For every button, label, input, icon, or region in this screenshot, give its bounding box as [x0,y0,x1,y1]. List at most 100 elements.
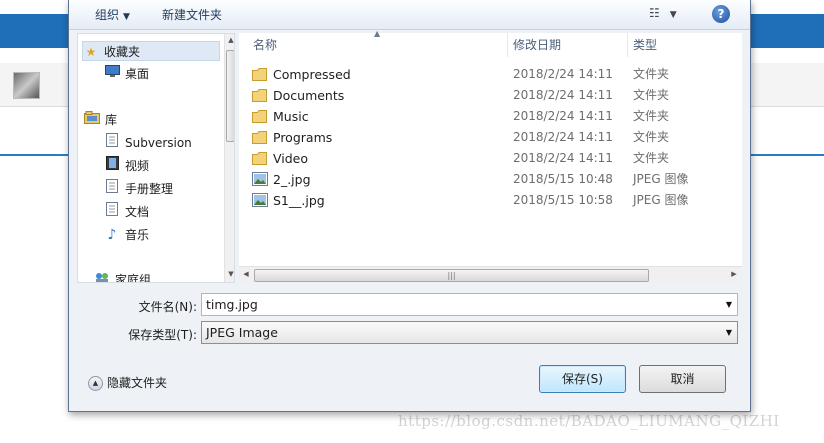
file-list[interactable]: ▲ 名称 修改日期 类型 Compressed 2018/2/24 14:11 … [239,29,742,283]
chevron-down-icon: ▼ [669,10,677,20]
column-separator[interactable] [507,33,508,57]
chevron-up-icon: ▲ [88,376,103,391]
music-icon: ♪ [107,227,117,243]
chevron-down-icon[interactable]: ▼ [726,294,732,315]
save-dialog: 组织 ▼ 新建文件夹 ☷ ▼ ? ★ 收藏夹 桌面 库 Subversion 视… [68,0,751,412]
avatar [13,72,40,99]
nav-item-label: 文档 [125,205,150,219]
file-name: S1__.jpg [273,193,325,208]
document-icon [104,179,120,199]
library-icon [84,110,100,130]
view-list-icon: ☷ [649,6,660,20]
nav-item-documents[interactable]: 文档 [104,202,149,222]
file-name: Programs [273,130,333,145]
view-options-button[interactable]: ☷ ▼ [649,6,677,20]
homegroup-icon [94,270,110,282]
nav-item-video[interactable]: 视频 [104,156,149,176]
chevron-down-icon: ▼ [123,12,130,22]
file-type: 文件夹 [633,109,670,123]
column-header-date[interactable]: 修改日期 [513,33,561,57]
file-row[interactable]: Video 2018/2/24 14:11 文件夹 [239,148,734,169]
column-header-type[interactable]: 类型 [633,33,657,57]
nav-item-label: 家庭组 [115,273,152,283]
watermark: https://blog.csdn.net/BADAO_LIUMANG_QIZH… [398,412,780,430]
nav-item-label: 库 [105,113,118,127]
folder-icon [252,152,267,165]
nav-item-desktop[interactable]: 桌面 [104,64,149,84]
folder-icon [252,89,267,102]
scroll-left-icon[interactable]: ◀ [241,270,251,278]
column-header-name[interactable]: 名称 [253,33,277,57]
file-type: 文件夹 [633,151,670,165]
file-name: 2_.jpg [273,172,311,187]
file-row[interactable]: Programs 2018/2/24 14:11 文件夹 [239,127,734,148]
folder-icon [252,131,267,144]
file-row[interactable]: 2_.jpg 2018/5/15 10:48 JPEG 图像 [239,169,734,190]
nav-scrollbar[interactable]: ▲ ▼ [224,34,234,282]
file-type: JPEG 图像 [633,193,689,207]
toolbar: 组织 ▼ 新建文件夹 ☷ ▼ ? [69,0,750,30]
image-icon [252,193,268,207]
nav-item-subversion[interactable]: Subversion [104,133,192,153]
nav-item-homegroup[interactable]: 家庭组 [94,270,152,283]
column-separator[interactable] [627,33,628,57]
file-date: 2018/2/24 14:11 [513,88,613,102]
help-icon[interactable]: ? [712,5,730,23]
folder-icon [252,68,267,81]
filetype-label: 保存类型(T): [128,328,197,342]
scroll-down-icon[interactable]: ▼ [226,270,234,278]
filetype-select[interactable]: JPEG Image ▼ [201,321,738,344]
file-type: 文件夹 [633,67,670,81]
horizontal-scroll-thumb[interactable]: ||| [254,269,649,282]
nav-item-label: 视频 [125,159,150,173]
nav-item-library[interactable]: 库 [84,110,117,130]
file-name: Video [273,151,309,166]
document-icon [104,133,120,153]
organize-button[interactable]: 组织 ▼ [95,6,130,23]
nav-item-manuals[interactable]: 手册整理 [104,179,173,199]
file-date: 2018/2/24 14:11 [513,67,613,81]
file-list-horizontal-scrollbar[interactable]: ◀ ||| ▶ [239,266,742,283]
file-date: 2018/5/15 10:48 [513,172,613,186]
nav-scroll-thumb[interactable] [226,50,234,142]
document-icon [104,202,120,222]
file-date: 2018/2/24 14:11 [513,130,613,144]
save-button[interactable]: 保存(S) [539,365,626,393]
file-row[interactable]: S1__.jpg 2018/5/15 10:58 JPEG 图像 [239,190,734,211]
file-name: Compressed [273,67,351,82]
organize-label: 组织 [95,8,120,22]
video-icon [104,156,120,176]
navigation-pane[interactable]: ★ 收藏夹 桌面 库 Subversion 视频 手册整理 文档 ♪ 音乐 家庭… [77,33,235,283]
hide-folders-button[interactable]: ▲ 隐藏文件夹 [88,374,167,391]
cancel-button[interactable]: 取消 [639,365,726,393]
filename-input[interactable]: timg.jpg ▼ [201,293,738,316]
scroll-right-icon[interactable]: ▶ [729,270,739,278]
file-type: JPEG 图像 [633,172,689,186]
file-name: Music [273,109,309,124]
hide-folders-label: 隐藏文件夹 [107,376,168,390]
folder-icon [252,110,267,123]
nav-item-favorites[interactable]: ★ 收藏夹 [82,41,220,61]
filename-label: 文件名(N): [138,300,197,314]
file-date: 2018/2/24 14:11 [513,151,613,165]
file-row[interactable]: Music 2018/2/24 14:11 文件夹 [239,106,734,127]
file-name: Documents [273,88,345,103]
sort-ascending-icon: ▲ [374,29,381,38]
new-folder-button[interactable]: 新建文件夹 [162,6,222,23]
desktop-icon [104,64,120,84]
filename-value: timg.jpg [206,297,258,312]
nav-item-label: 桌面 [125,67,150,81]
scroll-up-icon[interactable]: ▲ [226,36,234,44]
nav-item-music[interactable]: ♪ 音乐 [104,225,149,245]
nav-item-label: 手册整理 [125,182,174,196]
nav-item-label: Subversion [125,136,192,150]
nav-item-label: 收藏夹 [104,45,141,59]
filetype-value: JPEG Image [206,325,278,340]
file-row[interactable]: Compressed 2018/2/24 14:11 文件夹 [239,64,734,85]
nav-item-label: 音乐 [125,228,150,242]
file-date: 2018/2/24 14:11 [513,109,613,123]
chevron-down-icon: ▼ [725,328,732,337]
file-type: 文件夹 [633,130,670,144]
image-icon [252,172,268,186]
file-row[interactable]: Documents 2018/2/24 14:11 文件夹 [239,85,734,106]
